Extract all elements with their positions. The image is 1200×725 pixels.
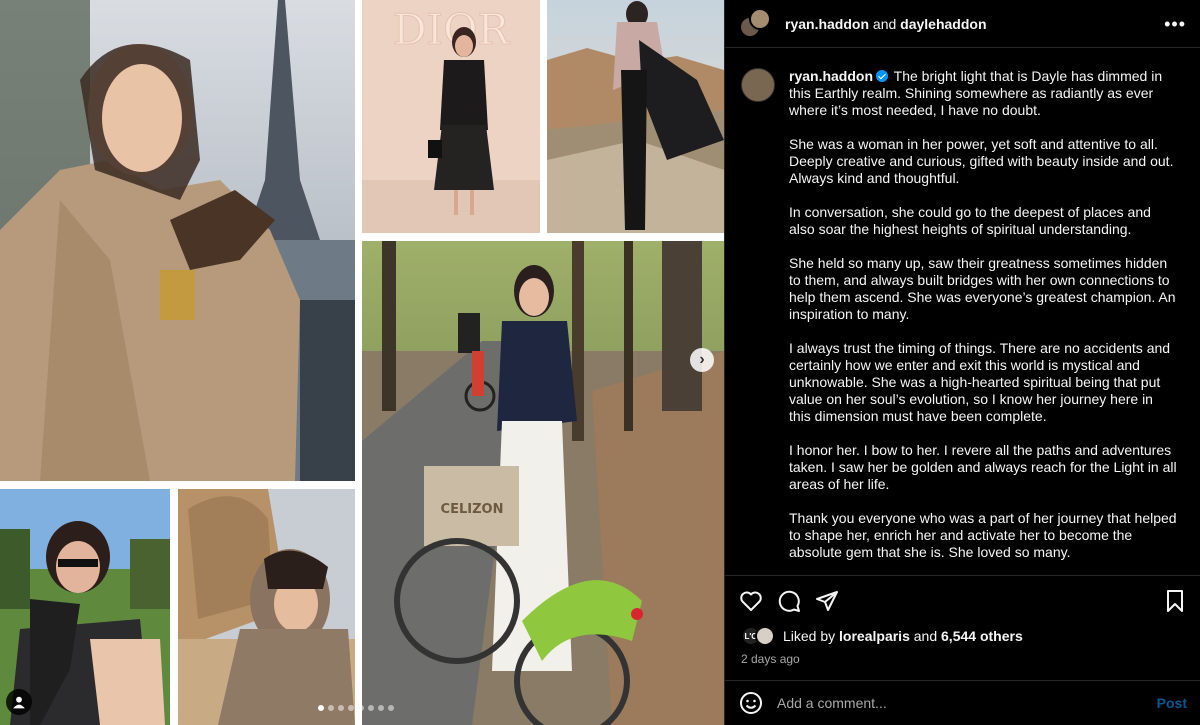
liker-avatars: L'O <box>741 626 775 646</box>
post-authors: ryan.haddon and daylehaddon <box>785 16 987 32</box>
caption-paragraph: She held so many up, saw their greatness… <box>789 255 1176 322</box>
comment-input[interactable] <box>777 695 1157 711</box>
chevron-right-icon: › <box>699 351 705 368</box>
bag-brand-text: CELIZON <box>441 502 504 517</box>
carousel-dot <box>348 705 354 711</box>
avatar <box>755 626 775 646</box>
caption-text: ryan.haddon The bright light that is Day… <box>789 68 1177 575</box>
post-side-panel: ryan.haddon and daylehaddon ••• ryan.had… <box>724 0 1200 725</box>
tagged-users-button[interactable] <box>6 689 32 715</box>
share-icon[interactable] <box>815 589 839 613</box>
carousel-dot <box>378 705 384 711</box>
carousel-dot <box>328 705 334 711</box>
caption-username[interactable]: ryan.haddon <box>789 68 873 84</box>
author-link-2[interactable]: daylehaddon <box>900 16 986 32</box>
verified-badge-icon <box>876 70 889 82</box>
likes-conjunction: and <box>913 628 938 644</box>
more-horizontal-icon: ••• <box>1164 13 1186 34</box>
emoji-icon[interactable] <box>739 691 763 715</box>
comment-icon[interactable] <box>777 589 801 613</box>
photo-sphinx <box>178 489 355 725</box>
carousel-dot <box>388 705 394 711</box>
likes-others-link[interactable]: 6,544 others <box>941 628 1023 644</box>
likes-prefix: Liked by <box>783 628 836 644</box>
photo-eiffel-portrait <box>0 0 355 481</box>
heart-icon[interactable] <box>739 589 763 613</box>
caption-section[interactable]: ryan.haddon The bright light that is Day… <box>725 48 1200 575</box>
carousel-dot <box>368 705 374 711</box>
carousel-dot <box>318 705 324 711</box>
post-timestamp[interactable]: 2 days ago <box>725 646 1200 674</box>
post-actions: L'O Liked by lorealparis and 6,544 other… <box>725 575 1200 674</box>
caption-paragraph: I honor her. I bow to her. I revere all … <box>789 442 1177 492</box>
post-comment-button[interactable]: Post <box>1157 695 1187 711</box>
dior-sign: DIOR <box>393 5 511 54</box>
avatar <box>749 7 771 30</box>
carousel-dot <box>358 705 364 711</box>
more-options-button[interactable]: ••• <box>1164 15 1186 33</box>
carousel-next-button[interactable]: › <box>690 348 714 372</box>
caption-paragraph: I always trust the timing of things. The… <box>789 340 1171 424</box>
likes-summary[interactable]: L'O Liked by lorealparis and 6,544 other… <box>725 626 1200 646</box>
carousel-indicator <box>318 705 394 711</box>
liker-link[interactable]: lorealparis <box>839 628 910 644</box>
carousel-dot <box>338 705 344 711</box>
caption-paragraph: ryan.haddon The bright light that is Day… <box>789 68 1177 119</box>
photo-desert-cliff <box>547 0 724 233</box>
photo-goat <box>0 489 170 725</box>
avatar[interactable] <box>741 68 775 102</box>
caption-paragraph: She was a woman in her power, yet soft a… <box>789 136 1174 186</box>
caption-paragraph: In conversation, she could go to the dee… <box>789 204 1151 237</box>
post-header: ryan.haddon and daylehaddon ••• <box>725 0 1200 48</box>
photo-dior-event: DIOR <box>362 0 540 233</box>
user-tag-icon <box>13 696 25 709</box>
bookmark-icon[interactable] <box>1163 589 1187 613</box>
post-media[interactable]: DIOR CELIZON › <box>0 0 724 725</box>
caption-paragraph: Thank you everyone who was a part of her… <box>789 510 1177 560</box>
comment-bar: Post <box>725 680 1200 725</box>
action-icons-row <box>725 576 1200 626</box>
photo-bicycle-paris: CELIZON <box>362 241 724 725</box>
collab-avatars[interactable] <box>739 7 771 40</box>
author-conjunction: and <box>872 15 897 32</box>
author-link-1[interactable]: ryan.haddon <box>785 16 869 32</box>
